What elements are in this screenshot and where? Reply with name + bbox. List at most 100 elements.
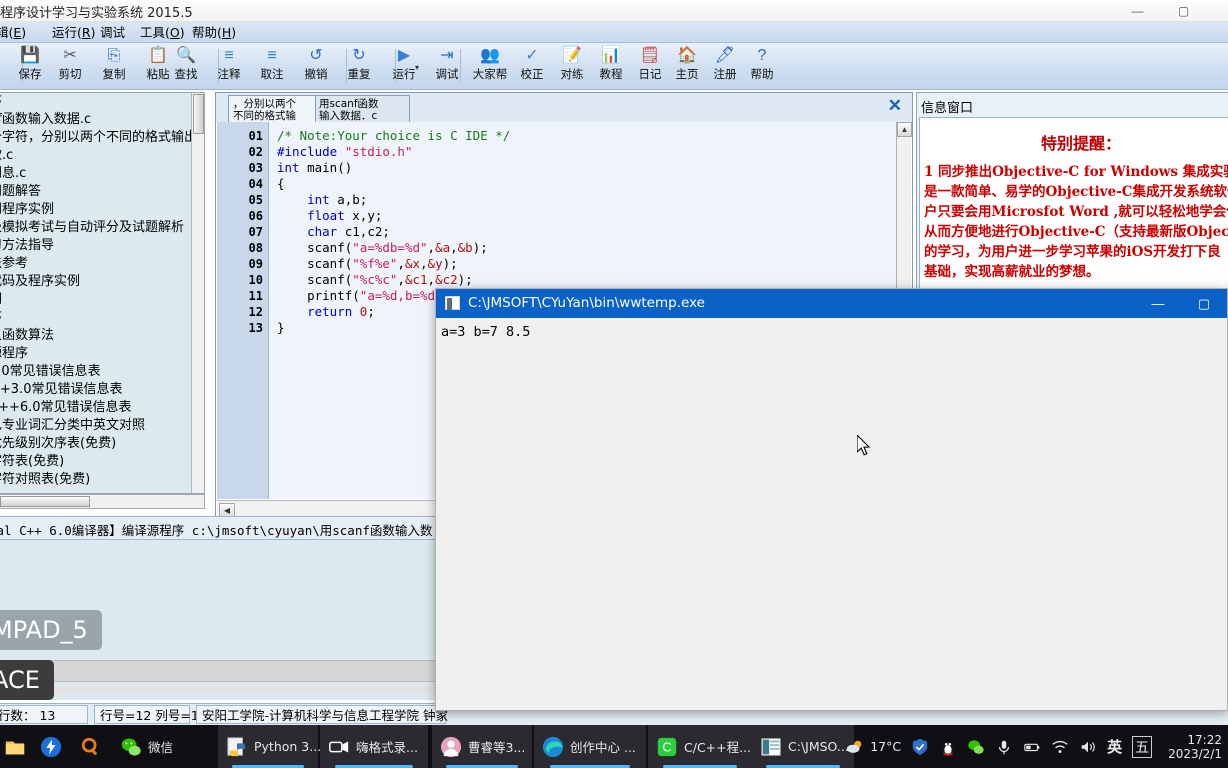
toolbar-community-button[interactable]: 👥 大家帮 [468,45,512,88]
console-maximize-button[interactable]: ▢ [1181,289,1227,318]
console-output-area[interactable]: a=3 b=7 8.5 [437,318,1226,709]
tree-item[interactable]: ++3.0常见错误信息表 [0,381,204,399]
tree-item[interactable]: 见专业词汇分类中英文对照 [0,417,204,435]
toolbar-comment-button[interactable]: ≡ 注释 [207,45,251,88]
tree-item[interactable]: C++6.0常见错误信息表 [0,399,204,417]
code-text: return 0; [277,304,375,320]
toolbar-uncomment-button[interactable]: ≡ 取注 [250,45,294,88]
battery-icon[interactable] [1023,738,1041,756]
toolbar-run-button[interactable]: ▶ 运行 [382,45,426,88]
menu-item-5[interactable]: 帮助(H) [192,24,236,41]
tree-item[interactable]: 字符对照表(免费) [0,471,204,489]
taskbar-app-6[interactable]: 嗨格式录... [320,725,428,768]
tree-vertical-scrollbar[interactable] [191,93,204,493]
code-line: 10 scanf("%c%c",&c1,&c2); [217,272,911,288]
menu-item-3[interactable]: 调试 [100,24,125,41]
toolbar-save-button[interactable]: 💾 保存 [8,45,52,88]
clock-widget[interactable]: 17:22 2023/2/1 [1162,733,1222,761]
toolbar-label: 教程 [599,67,623,81]
tree-scroll-thumb[interactable] [193,94,204,134]
system-tray: 17°C 英 五 17:22 2023/2/1 [846,725,1228,768]
help-icon: ? [757,47,767,64]
tree-item[interactable]: 优先级别次序表(免费) [0,435,204,453]
close-icon[interactable]: ✕ [888,97,902,115]
tree-item[interactable]: 习方法指导 [0,237,204,255]
wifi-icon[interactable] [1051,738,1069,756]
tree-item[interactable]: 2.0常见错误信息表 [0,363,204,381]
toolbar-tutorial-button[interactable]: 📊 教程 [589,45,633,88]
console-window[interactable]: C:\JMSOFT\CYuYan\bin\wwtemp.exe — ▢ a=3 … [435,288,1228,711]
taskbar-app-10[interactable]: C:\JMSO... [752,725,854,768]
chevron-down-icon[interactable]: ▾ [415,63,419,72]
ime-mode-indicator[interactable]: 五 [1132,735,1153,758]
toolbar-copy-button[interactable]: ⎘ 复制 [92,45,136,88]
taskbar-app-5[interactable]: Python 3... [218,725,321,768]
taskbar-app-4[interactable]: 微信 [112,725,200,768]
menu-item-4[interactable]: 工具(O) [140,24,185,41]
tree-item[interactable]: nf函数输入数据.c [0,111,204,129]
line-number: 05 [248,193,263,207]
toolbar-practice-button[interactable]: 📝 对练 [550,45,594,88]
shield-icon[interactable] [911,738,929,756]
tree-item[interactable]: 序 [0,93,204,111]
tree-hscroll-thumb[interactable] [0,496,90,507]
code-text: { [277,176,285,192]
editor-tab-label-line1: ，分别以两个 [233,98,296,110]
taskbar-app-1[interactable] [0,725,34,768]
file-tree-panel[interactable]: 序nf函数输入数据.c个字符，分别以两个不同的格式输出款.c利息.c问题解答门程… [0,92,205,494]
toolbar-debug-button[interactable]: ⇥ 调试 [425,45,469,88]
taskbar-app-9[interactable]: C C/C++程... [648,725,752,768]
tree-item[interactable]: 字符表(免费) [0,453,204,471]
info-line: 的学习，为用户进一步学习苹果的iOS开发打下良 [924,244,1221,260]
toolbar-redo-button[interactable]: ↻ 重复 [337,45,381,88]
code-text: scanf("a=%db=%d",&a,&b); [277,240,488,256]
tree-item[interactable]: 代码及程序实例 [0,273,204,291]
console-minimize-button[interactable]: — [1135,289,1181,318]
weather-widget[interactable]: 17°C [846,738,901,756]
menu-item-2[interactable]: 运行(R) [52,24,95,41]
qq-penguin-icon[interactable] [939,738,957,756]
editor-tab-1[interactable]: ，分别以两个 不同的格式输 [228,95,316,122]
tree-item[interactable]: 序 [0,309,204,327]
toolbar-label: 撤销 [304,67,328,81]
toolbar-label: 大家帮 [472,67,508,81]
tree-horizontal-scrollbar[interactable] [0,494,205,509]
toolbar-check-button[interactable]: ✓ 校正 [510,45,554,88]
line-number: 09 [248,257,263,271]
code-line: 03 int main() [217,160,911,176]
wechat-tray-icon[interactable] [967,738,985,756]
ime-indicator[interactable]: 英 [1107,736,1122,757]
code-token: x,y; [344,208,383,223]
window-maximize-button[interactable]: ▢ [1161,0,1206,22]
menu-item-1[interactable]: 辑(E) [0,24,26,41]
taskbar-app-8[interactable]: 创作中心 ... [534,725,646,768]
tree-item[interactable]: 问题解答 [0,183,204,201]
tree-item[interactable]: 法参考 [0,255,204,273]
toolbar-find-button[interactable]: 🔍 查找 [164,45,208,88]
tree-item[interactable]: 个字符，分别以两个不同的格式输出 [0,129,204,147]
window-minimize-button[interactable]: — [1115,0,1160,22]
volume-icon[interactable] [1079,738,1097,756]
tree-item[interactable]: 词 [0,291,204,309]
microphone-icon[interactable] [995,738,1013,756]
tree-item[interactable]: 门程序实例 [0,201,204,219]
scroll-up-icon[interactable]: ▲ [897,122,912,137]
editor-tab-2[interactable]: 用scanf函数 输入数据．c [314,95,410,122]
taskbar-app-3[interactable] [72,725,110,768]
tree-item[interactable]: 利息.c [0,165,204,183]
toolbar-label: 帮助 [750,67,774,81]
tree-item[interactable]: 义函数算法 [0,327,204,345]
toolbar-label: 对练 [560,67,584,81]
taskbar-app-2[interactable] [32,725,68,768]
toolbar-help-button[interactable]: ? 帮助 [740,45,784,88]
tree-item[interactable]: 源程序 [0,345,204,363]
toolbar-cut-button[interactable]: ✂ 剪切 [48,45,92,88]
clock-time: 17:22 [1187,732,1222,747]
toolbar-label: 注释 [217,67,241,81]
tree-item[interactable]: 级模拟考试与自动评分及试题解析 [0,219,204,237]
tree-item[interactable]: 款.c [0,147,204,165]
toolbar-undo-button[interactable]: ↺ 撤销 [294,45,338,88]
console-titlebar[interactable]: C:\JMSOFT\CYuYan\bin\wwtemp.exe — ▢ [436,289,1227,318]
toolbar-label: 重复 [347,67,371,81]
taskbar-app-7[interactable]: 曹睿等3... [432,725,532,768]
